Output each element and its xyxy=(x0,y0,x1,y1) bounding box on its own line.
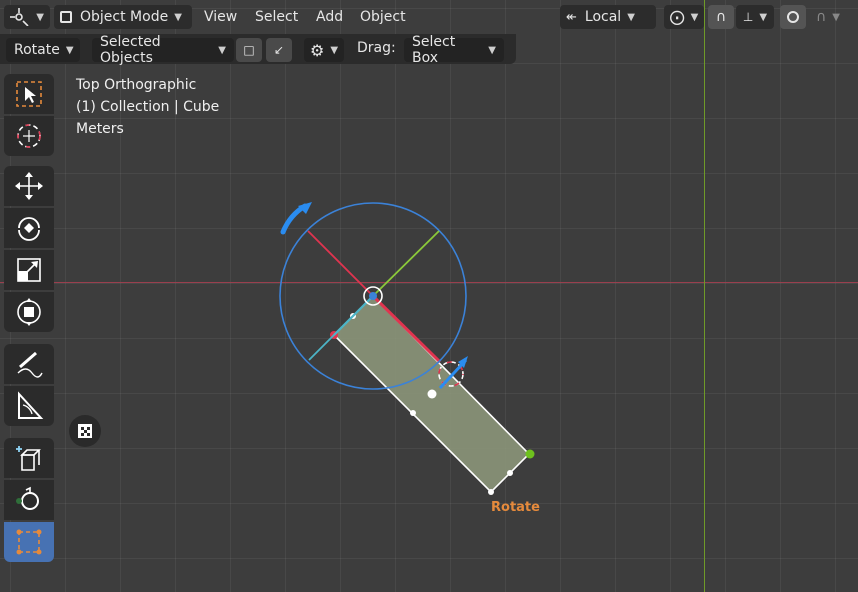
edge-handle[interactable] xyxy=(488,489,494,495)
drag-dropdown[interactable]: Select Box ▼ xyxy=(404,34,504,66)
edge-handle[interactable] xyxy=(410,410,416,416)
chevron-down-icon: ▼ xyxy=(759,11,768,23)
proportional-icon xyxy=(787,11,799,23)
mode-dropdown[interactable]: Object Mode ▼ xyxy=(54,5,192,29)
grid-checker-icon xyxy=(78,424,92,438)
transform-tool-label: Rotate xyxy=(14,42,60,58)
editor-type-button[interactable]: ▼ xyxy=(4,5,50,29)
gear-icon: ⚙ xyxy=(310,40,325,60)
tool-scale[interactable] xyxy=(4,250,54,290)
snap-toggle[interactable]: ∩ xyxy=(708,5,734,29)
options-dropdown[interactable]: ⚙ ▼ xyxy=(304,38,344,62)
affect-only-locations-toggle[interactable]: ↙ xyxy=(266,38,292,62)
proportional-editing-toggle[interactable] xyxy=(780,5,806,29)
drag-value: Select Box xyxy=(412,34,456,66)
add-cube-icon xyxy=(16,446,41,471)
menu-add[interactable]: Add xyxy=(316,9,343,25)
cylinder-icon xyxy=(16,486,39,510)
orientation-dropdown[interactable]: ↞ Local ▼ xyxy=(560,5,656,29)
cursor-icon xyxy=(17,124,41,148)
menu-view[interactable]: View xyxy=(204,9,237,25)
tool-add-cube[interactable] xyxy=(4,438,54,478)
editor-type-icon xyxy=(10,8,29,26)
chevron-down-icon: ▼ xyxy=(174,11,182,23)
chevron-down-icon: ▼ xyxy=(218,44,226,56)
chevron-down-icon: ▼ xyxy=(832,11,840,23)
falloff-dropdown[interactable]: ∩ ▼ xyxy=(808,5,848,29)
quad-view-button[interactable] xyxy=(69,415,101,447)
chevron-down-icon: ▼ xyxy=(690,11,699,23)
chevron-down-icon: ▼ xyxy=(488,44,496,56)
chevron-down-icon: ▼ xyxy=(65,44,74,56)
pivot-dropdown[interactable]: Selected Objects ▼ xyxy=(92,34,234,66)
pivot-icon: ⨀ xyxy=(669,8,685,26)
operation-label: Rotate xyxy=(491,500,540,515)
view-name: Top Orthographic xyxy=(76,77,197,93)
tool-move[interactable] xyxy=(4,166,54,206)
transform-tool-dropdown[interactable]: Rotate ▼ xyxy=(6,38,80,62)
gizmo-center-dot xyxy=(369,292,377,300)
annotate-icon xyxy=(17,351,43,378)
viewport-header: ▼ Object Mode ▼ View Select Add Object ↞… xyxy=(0,0,858,34)
menu-select[interactable]: Select xyxy=(255,9,298,25)
menu-object[interactable]: Object xyxy=(360,9,406,25)
collection-info: (1) Collection | Cube xyxy=(76,99,220,115)
snap-target-dropdown[interactable]: ⊥ ▼ xyxy=(736,5,774,29)
select-box-icon xyxy=(16,81,42,107)
pivot-label: Selected Objects xyxy=(100,34,161,66)
lock-icon: □ xyxy=(243,43,255,57)
tool-active-selection[interactable] xyxy=(4,522,54,562)
tool-measure[interactable] xyxy=(4,386,54,426)
chevron-down-icon: ▼ xyxy=(627,11,635,23)
tool-transform[interactable] xyxy=(4,292,54,332)
object-mode-icon xyxy=(60,11,72,23)
move-icon xyxy=(15,172,43,200)
tool-annotate[interactable] xyxy=(4,344,54,384)
orientation-label: Local xyxy=(584,9,622,25)
falloff-curve-icon: ∩ xyxy=(816,9,827,25)
tool-rotate[interactable] xyxy=(4,208,54,248)
scale-icon xyxy=(17,258,41,282)
tool-cursor[interactable] xyxy=(4,116,54,156)
tool-select-box[interactable] xyxy=(4,74,54,114)
rotate-icon xyxy=(18,217,40,241)
magnet-icon: ∩ xyxy=(715,9,727,25)
affect-only-origins-toggle[interactable]: □ xyxy=(236,38,262,62)
rotate-arrow-icon xyxy=(280,203,308,235)
tool-settings-bar: Rotate ▼ Selected Objects ▼ □ ↙ ⚙ ▼ Drag… xyxy=(0,34,516,66)
shrink-icon: ↙ xyxy=(273,43,285,57)
mode-label: Object Mode xyxy=(80,9,169,25)
transform-icon xyxy=(17,298,41,326)
tool-spin[interactable] xyxy=(4,480,54,520)
pivot-point[interactable] xyxy=(427,389,437,399)
snap-increment-icon: ⊥ xyxy=(742,10,754,24)
measure-icon xyxy=(18,391,44,419)
orientation-icon: ↞ xyxy=(566,9,577,25)
edge-handle[interactable] xyxy=(507,470,513,476)
drag-label: Drag: xyxy=(357,40,396,56)
selected-tool-icon xyxy=(16,529,42,555)
chevron-down-icon: ▼ xyxy=(36,11,44,23)
rotate-axis-y[interactable] xyxy=(372,230,440,297)
chevron-down-icon: ▼ xyxy=(330,44,339,56)
units-label: Meters xyxy=(76,121,124,137)
pivot-point-dropdown[interactable]: ⨀ ▼ xyxy=(664,5,704,29)
vertex-handle-green[interactable] xyxy=(525,449,535,459)
rotate-axis-x[interactable] xyxy=(307,230,374,297)
